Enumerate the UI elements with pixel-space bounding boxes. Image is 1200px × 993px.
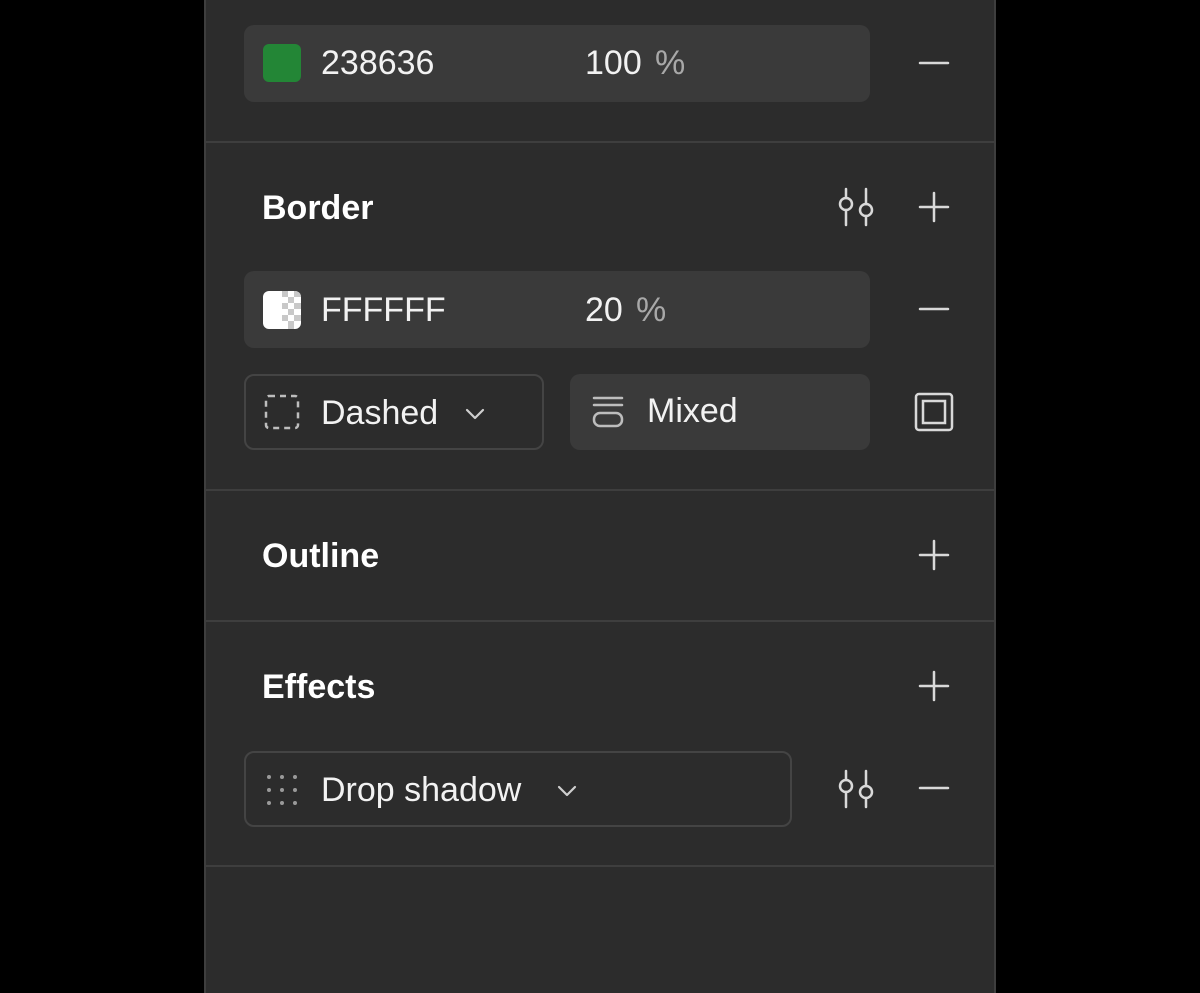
properties-panel: 238636 100 % Border FFFFFF 20 % Dashed M… xyxy=(204,0,996,993)
outline-section-title: Outline xyxy=(262,537,380,575)
section-divider xyxy=(206,489,994,491)
fill-color-swatch[interactable] xyxy=(263,44,301,82)
chevron-down-icon xyxy=(557,785,577,797)
border-settings-button[interactable] xyxy=(836,187,876,227)
border-width-field[interactable]: Mixed xyxy=(570,374,870,450)
fill-opacity-unit: % xyxy=(655,44,686,82)
chevron-down-icon xyxy=(465,408,485,420)
remove-effect-button[interactable] xyxy=(918,772,950,804)
border-opacity-unit: % xyxy=(636,291,667,329)
add-outline-button[interactable] xyxy=(918,539,950,571)
border-opacity-value[interactable]: 20 xyxy=(585,290,623,330)
stroke-weight-icon xyxy=(592,396,624,428)
effect-settings-button[interactable] xyxy=(836,769,876,809)
effect-type-label: Drop shadow xyxy=(321,771,522,809)
border-style-label: Dashed xyxy=(321,394,439,432)
dashed-square-icon xyxy=(264,394,300,430)
add-effect-button[interactable] xyxy=(918,670,950,702)
section-divider xyxy=(206,865,994,867)
fill-color-hex[interactable]: 238636 xyxy=(321,43,434,83)
border-style-dropdown[interactable]: Dashed xyxy=(244,374,544,450)
border-color-swatch[interactable] xyxy=(263,291,301,329)
effects-section-title: Effects xyxy=(262,668,376,706)
border-width-label[interactable]: Mixed xyxy=(647,391,738,431)
fill-color-field[interactable]: 238636 100 % xyxy=(244,25,870,102)
remove-border-button[interactable] xyxy=(918,293,950,325)
border-section-title: Border xyxy=(262,189,374,227)
border-color-field[interactable]: FFFFFF 20 % xyxy=(244,271,870,348)
transparency-checker-icon xyxy=(263,291,301,329)
add-border-button[interactable] xyxy=(918,191,950,223)
border-inside-icon[interactable] xyxy=(914,392,954,432)
fill-opacity-value[interactable]: 100 xyxy=(585,43,642,83)
effect-type-dropdown[interactable]: Drop shadow xyxy=(244,751,792,827)
border-color-hex[interactable]: FFFFFF xyxy=(321,290,446,330)
section-divider xyxy=(206,141,994,143)
remove-fill-button[interactable] xyxy=(918,47,950,79)
drag-handle-icon[interactable] xyxy=(265,773,299,807)
section-divider xyxy=(206,620,994,622)
